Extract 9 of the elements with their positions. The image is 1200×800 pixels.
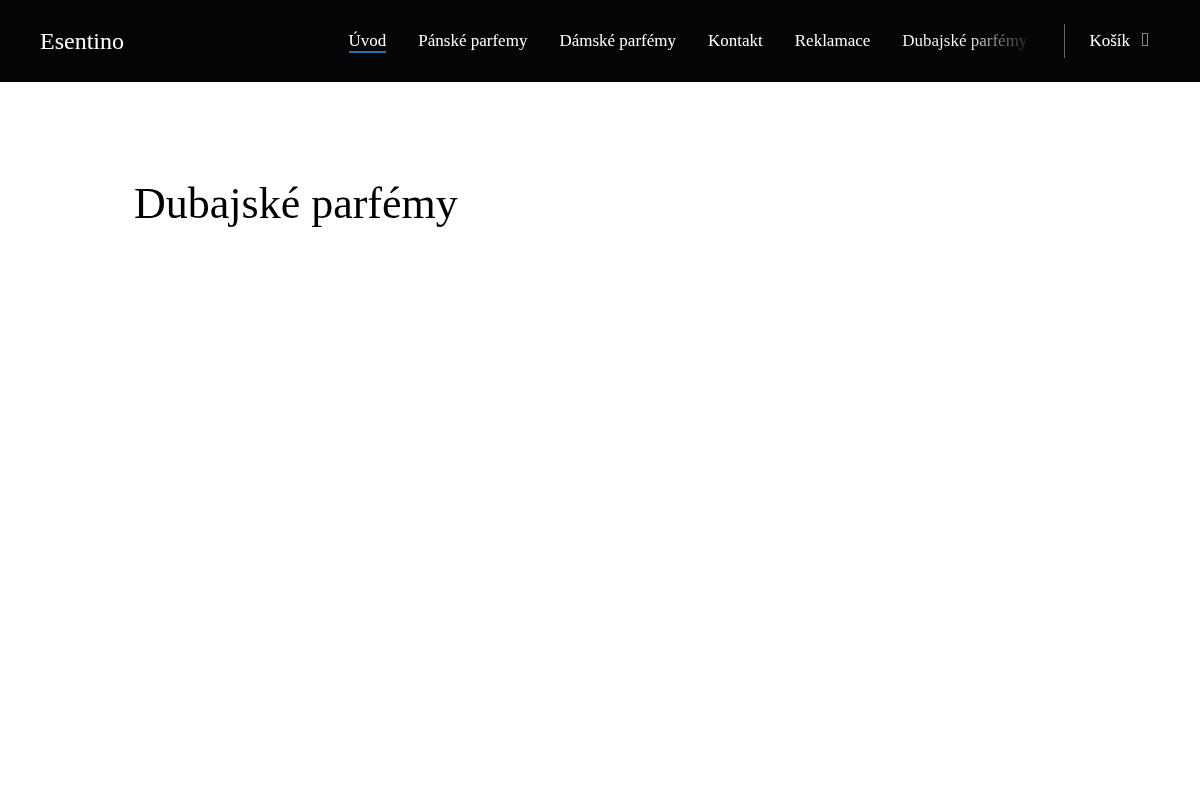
site-logo[interactable]: Esentino: [40, 28, 124, 54]
nav-link[interactable]: Dámské parfémy: [559, 29, 676, 53]
cart-link[interactable]: Košík: [1089, 29, 1130, 53]
nav-link[interactable]: Kontakt: [708, 29, 763, 53]
page-title: Dubajské parfémy: [134, 178, 458, 230]
glyph-box-icon: [1142, 33, 1148, 46]
nav-link[interactable]: Pánské parfemy: [418, 29, 528, 53]
nav-link[interactable]: Úvod: [348, 29, 387, 53]
nav-link[interactable]: Reklamace: [794, 29, 871, 53]
